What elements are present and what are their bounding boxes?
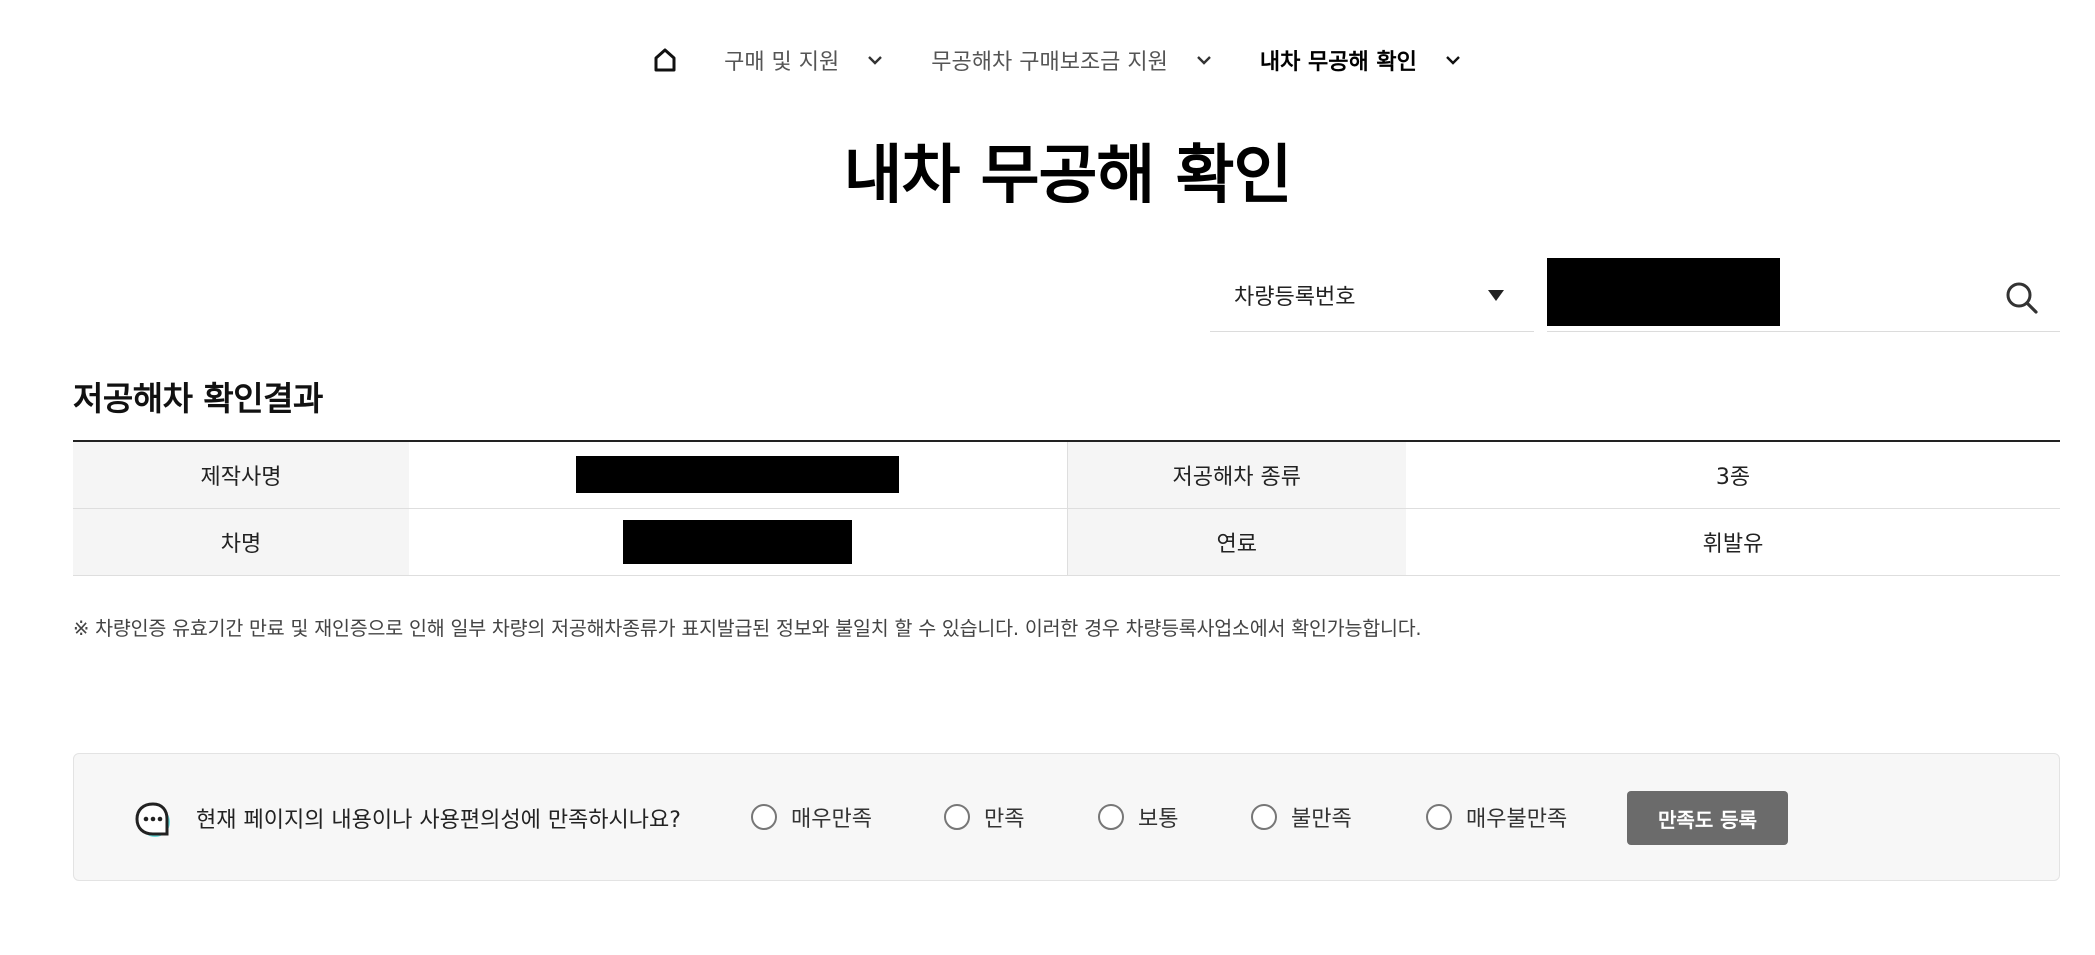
table-header-cell: 제작사명 <box>73 441 409 509</box>
search-input[interactable] <box>1547 258 1987 326</box>
section-title: 저공해차 확인결과 <box>73 379 323 418</box>
table-row: 제작사명 저공해차 종류 3종 <box>73 441 2060 509</box>
result-table: 제작사명 저공해차 종류 3종 차명 연료 휘발유 <box>73 440 2060 576</box>
search-box <box>1547 258 2060 332</box>
radio-button[interactable] <box>1098 804 1124 830</box>
dropdown-triangle-icon <box>1488 290 1504 301</box>
redacted-manufacturer <box>576 456 900 494</box>
satisfaction-survey: 현재 페이지의 내용이나 사용편의성에 만족하시나요? 매우만족 만족 보통 불… <box>73 753 2060 881</box>
manufacturer-value <box>409 441 1067 509</box>
radio-very-satisfied[interactable]: 매우만족 <box>751 801 872 833</box>
search-type-value: 차량등록번호 <box>1234 284 1356 310</box>
chat-bubble-icon <box>134 800 174 840</box>
radio-label: 불만족 <box>1291 807 1352 832</box>
breadcrumb-item-purchase-support[interactable]: 구매 및 지원 <box>724 44 931 76</box>
breadcrumb-label: 무공해차 구매보조금 지원 <box>931 50 1168 75</box>
breadcrumb-item-subsidy[interactable]: 무공해차 구매보조금 지원 <box>931 44 1260 76</box>
radio-button[interactable] <box>1426 804 1452 830</box>
redacted-car-name <box>623 519 853 564</box>
notice-text: ※ 차량인증 유효기간 만료 및 재인증으로 인해 일부 차량의 저공해차종류가… <box>73 617 1422 640</box>
survey-question: 현재 페이지의 내용이나 사용편의성에 만족하시나요? <box>196 808 681 833</box>
chevron-down-icon[interactable] <box>1194 50 1214 70</box>
fuel-value: 휘발유 <box>1406 508 2060 576</box>
table-header-cell: 연료 <box>1066 508 1406 576</box>
search-icon[interactable] <box>2004 280 2040 316</box>
radio-neutral[interactable]: 보통 <box>1098 801 1178 833</box>
car-name-value <box>409 508 1067 576</box>
table-header-cell: 차명 <box>73 508 409 576</box>
radio-very-dissatisfied[interactable]: 매우불만족 <box>1426 801 1567 833</box>
radio-button[interactable] <box>751 804 777 830</box>
low-emission-type-value: 3종 <box>1406 441 2060 509</box>
radio-label: 보통 <box>1138 807 1179 832</box>
breadcrumb-label: 구매 및 지원 <box>724 50 840 75</box>
chevron-down-icon[interactable] <box>1443 50 1463 70</box>
radio-label: 매우불만족 <box>1466 807 1568 832</box>
breadcrumb-label: 내차 무공해 확인 <box>1259 50 1417 75</box>
page-title: 내차 무공해 확인 <box>843 139 1293 213</box>
breadcrumb-item-current[interactable]: 내차 무공해 확인 <box>1260 44 1463 76</box>
submit-satisfaction-button[interactable]: 만족도 등록 <box>1627 791 1788 845</box>
table-row: 차명 연료 휘발유 <box>73 508 2060 576</box>
search-type-select[interactable]: 차량등록번호 <box>1210 258 1534 332</box>
table-header-cell: 저공해차 종류 <box>1066 441 1406 509</box>
radio-dissatisfied[interactable]: 불만족 <box>1251 801 1352 833</box>
radio-label: 매우만족 <box>791 807 872 832</box>
home-icon[interactable] <box>652 47 678 73</box>
radio-button[interactable] <box>1251 804 1277 830</box>
radio-satisfied[interactable]: 만족 <box>944 801 1024 833</box>
breadcrumb: 구매 및 지원 무공해차 구매보조금 지원 내차 무공해 확인 <box>0 44 2095 76</box>
chevron-down-icon[interactable] <box>865 50 885 70</box>
radio-label: 만족 <box>984 807 1025 832</box>
radio-button[interactable] <box>944 804 970 830</box>
